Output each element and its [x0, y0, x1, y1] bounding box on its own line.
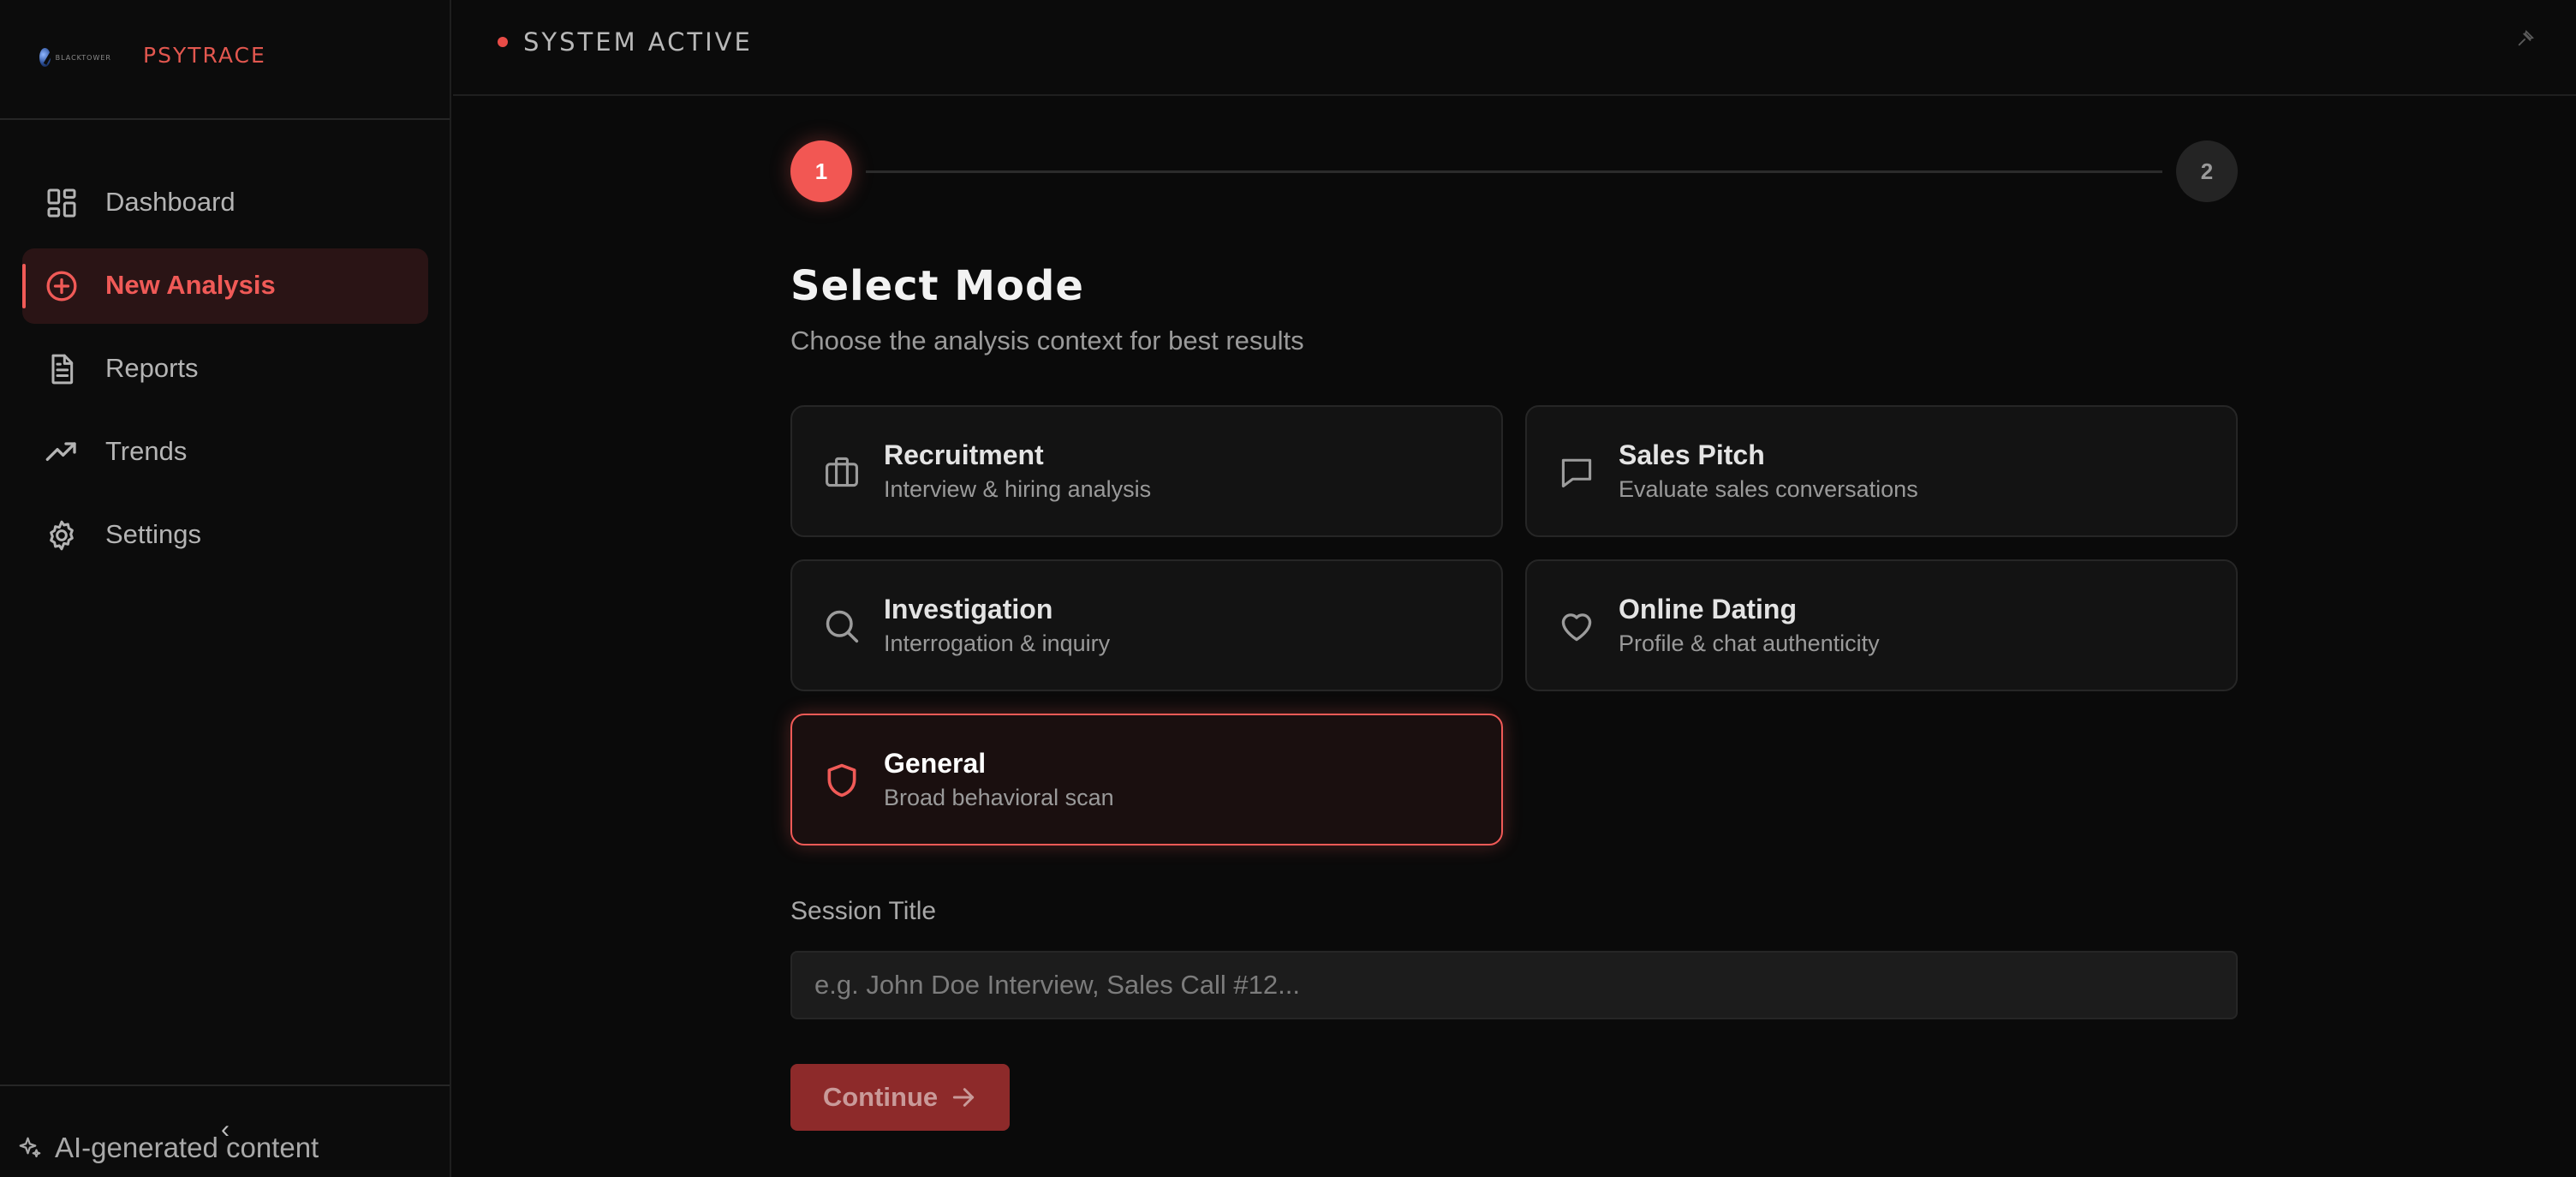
mode-description: Broad behavioral scan — [884, 785, 1114, 810]
sidebar-item-label: Dashboard — [105, 187, 236, 217]
status-indicator — [498, 37, 508, 47]
sidebar-item-label: New Analysis — [105, 270, 276, 300]
sidebar-item-new-analysis[interactable]: New Analysis — [22, 248, 428, 324]
continue-button[interactable]: Continue — [790, 1064, 1010, 1131]
shield-icon — [827, 763, 856, 798]
continue-label: Continue — [822, 1082, 939, 1112]
logo-mark — [39, 48, 51, 67]
sidebar-item-dashboard[interactable]: Dashboard — [22, 165, 428, 241]
sidebar-item-label: Reports — [105, 353, 199, 383]
sidebar-item-label: Trends — [105, 436, 188, 466]
sidebar-item-trends[interactable]: Trends — [22, 415, 428, 490]
mode-description: Evaluate sales conversations — [1619, 476, 1918, 502]
sidebar-nav: Dashboard New Analysis Reports Trends Se… — [22, 165, 428, 581]
ai-note-text: AI-generated content — [55, 1132, 319, 1163]
mode-title: Investigation — [884, 594, 1053, 624]
mode-card-investigation[interactable]: Investigation Interrogation & inquiry — [790, 559, 1503, 691]
sidebar-item-settings[interactable]: Settings — [22, 498, 428, 573]
sidebar-item-reports[interactable]: Reports — [22, 332, 428, 407]
heart-icon — [1561, 613, 1592, 642]
sparkle-icon — [19, 1137, 41, 1158]
mode-card-recruitment[interactable]: Recruitment Interview & hiring analysis — [790, 405, 1503, 537]
trending-up-icon — [45, 442, 76, 461]
plus-circle-icon — [46, 271, 77, 302]
search-icon — [826, 610, 859, 643]
mode-title: Sales Pitch — [1619, 439, 1765, 470]
step-2: 2 — [2176, 140, 2238, 202]
page-title: Select Mode — [790, 262, 1084, 310]
dashboard-icon — [47, 188, 76, 218]
mode-title: General — [884, 748, 987, 779]
stepper: 1 2 — [790, 140, 2238, 202]
step-1: 1 — [790, 140, 852, 202]
session-title-label: Session Title — [790, 897, 937, 925]
app-name: PSYTRACE — [143, 43, 266, 68]
step-connector — [866, 170, 2162, 173]
ai-generated-note: AI-generated content — [17, 1129, 319, 1167]
mode-title: Online Dating — [1619, 594, 1797, 624]
pin-icon[interactable] — [2516, 29, 2535, 48]
mode-card-online-dating[interactable]: Online Dating Profile & chat authenticit… — [1525, 559, 2238, 691]
mode-description: Interview & hiring analysis — [884, 476, 1152, 502]
session-title-input[interactable] — [790, 951, 2238, 1019]
top-bar: SYSTEM ACTIVE — [453, 0, 2576, 96]
sidebar: BLACKTOWER PSYTRACE Dashboard New Analys… — [0, 0, 451, 1177]
sidebar-divider — [0, 1084, 450, 1086]
logo-text: BLACKTOWER — [55, 53, 111, 62]
mode-card-sales-pitch[interactable]: Sales Pitch Evaluate sales conversations — [1525, 405, 2238, 537]
document-icon — [51, 354, 74, 385]
sidebar-item-label: Settings — [105, 519, 202, 549]
brand-header: BLACKTOWER PSYTRACE — [0, 0, 450, 120]
mode-title: Recruitment — [884, 439, 1044, 470]
system-status: SYSTEM ACTIVE — [523, 27, 753, 57]
mode-description: Interrogation & inquiry — [884, 630, 1111, 656]
mode-card-general[interactable]: General Broad behavioral scan — [790, 714, 1503, 845]
mode-description: Profile & chat authenticity — [1619, 630, 1880, 656]
arrow-right-icon — [953, 1088, 975, 1107]
company-logo: BLACKTOWER — [39, 46, 111, 69]
briefcase-icon — [826, 457, 858, 487]
chat-bubble-icon — [1561, 458, 1592, 488]
gear-icon — [50, 520, 74, 551]
page-subtitle: Choose the analysis context for best res… — [790, 326, 1304, 355]
